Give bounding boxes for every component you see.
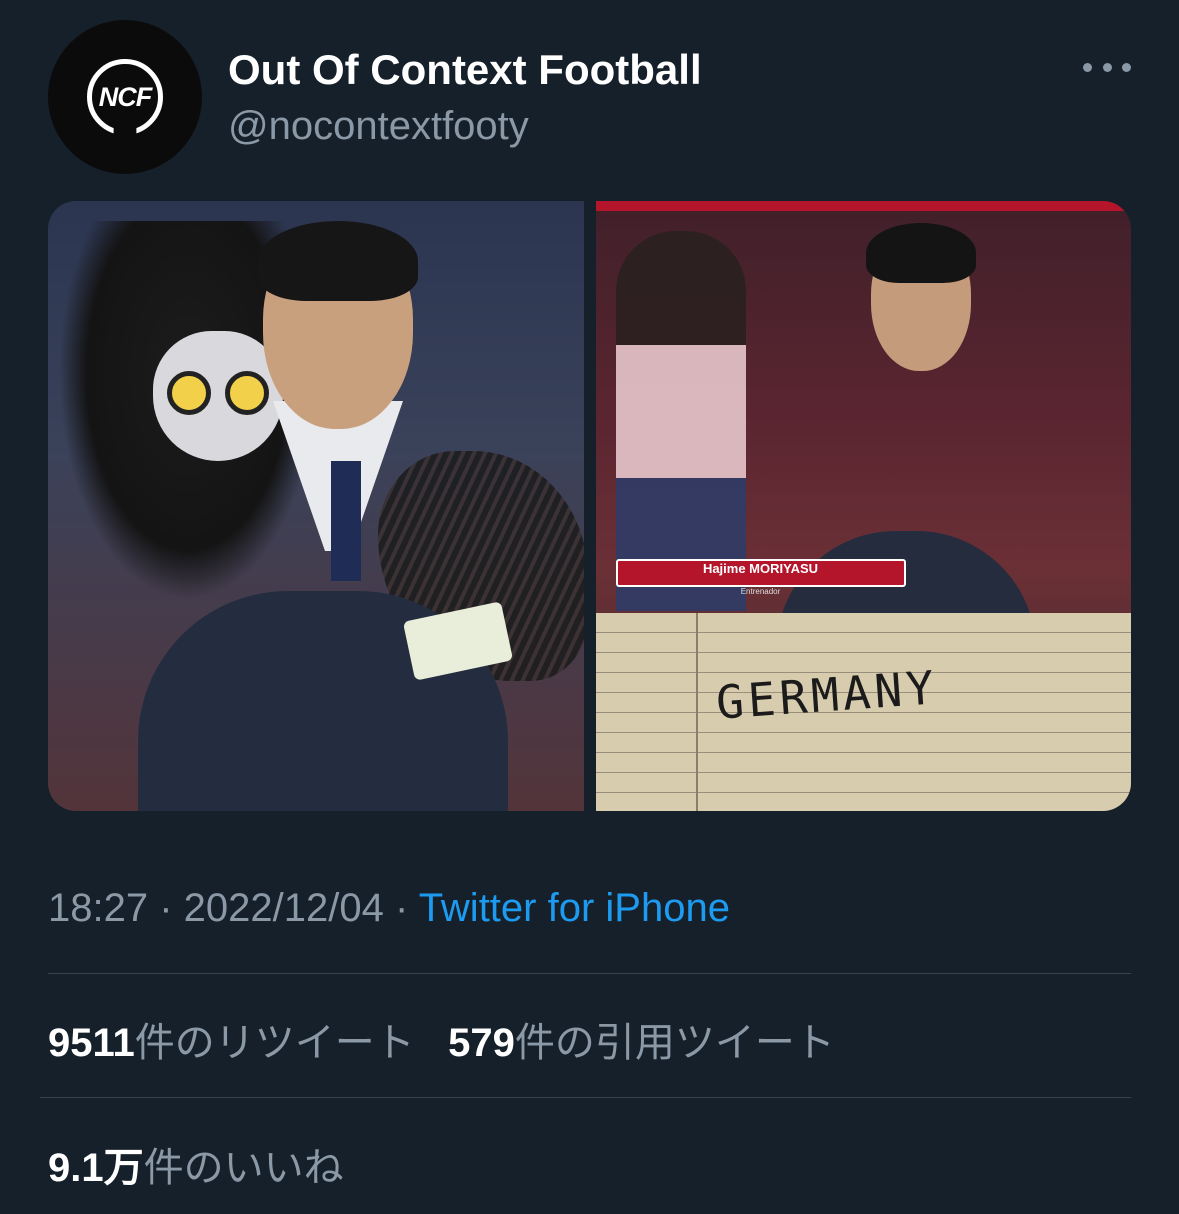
notebook-paper: GERMANY — [595, 613, 1131, 811]
lower-third-name: Hajime MORIYASU — [702, 561, 819, 576]
shinigami-eye — [167, 371, 211, 415]
tweet-meta: 18:27 · 2022/12/04 · Twitter for iPhone — [48, 886, 730, 931]
more-dot — [1083, 62, 1092, 72]
paper-margin-line — [695, 613, 698, 811]
author-handle[interactable]: @nocontextfooty — [228, 104, 529, 149]
coach-hair — [258, 221, 418, 301]
shinigami-eye — [225, 371, 269, 415]
quotes-stat[interactable]: 579件の引用ツイート — [448, 1021, 835, 1065]
tweet-time[interactable]: 18:27 — [48, 886, 148, 930]
meta-separator: · — [383, 886, 419, 930]
media-photo-right[interactable]: Hajime MORIYASU Entrenador GERMANY — [595, 201, 1131, 811]
likes-label: 件のいいね — [143, 1146, 344, 1190]
media-photo-left[interactable] — [48, 201, 584, 811]
scoreboard-bar — [595, 201, 1131, 211]
more-dot — [1122, 62, 1131, 72]
quotes-label: 件の引用ツイート — [514, 1021, 835, 1065]
more-options-icon[interactable] — [1083, 52, 1131, 82]
tweet-header: NCF Out Of Context Football @nocontextfo… — [48, 20, 1131, 180]
more-dot — [1102, 62, 1112, 72]
ncf-logo: NCF — [87, 59, 163, 135]
handwritten-note: GERMANY — [713, 660, 939, 730]
coach-hair — [865, 223, 976, 283]
tweet-source-link[interactable]: Twitter for iPhone — [419, 886, 730, 930]
lower-third-role: Entrenador — [740, 587, 781, 596]
likes-count: 9.1万 — [48, 1146, 144, 1190]
retweets-count: 9511 — [48, 1021, 135, 1065]
likes-stat[interactable]: 9.1万件のいいね — [48, 1135, 344, 1193]
avatar-logo-text: NCF — [98, 81, 152, 112]
divider — [40, 1097, 1131, 1098]
author-display-name[interactable]: Out Of Context Football — [228, 46, 702, 94]
divider — [48, 973, 1131, 974]
retweets-label: 件のリツイート — [134, 1021, 415, 1065]
tweet-media: Hajime MORIYASU Entrenador GERMANY — [48, 201, 1131, 811]
coach-tie — [331, 461, 361, 581]
broadcast-lower-third: Hajime MORIYASU Entrenador — [596, 549, 926, 597]
tweet-date[interactable]: 2022/12/04 — [184, 886, 384, 930]
engagement-stats: 9511件のリツイート 579件の引用ツイート — [48, 1010, 835, 1068]
meta-separator: · — [148, 886, 184, 930]
retweets-stat[interactable]: 9511件のリツイート — [48, 1021, 415, 1065]
avatar[interactable]: NCF — [48, 20, 202, 174]
quotes-count: 579 — [448, 1021, 515, 1065]
